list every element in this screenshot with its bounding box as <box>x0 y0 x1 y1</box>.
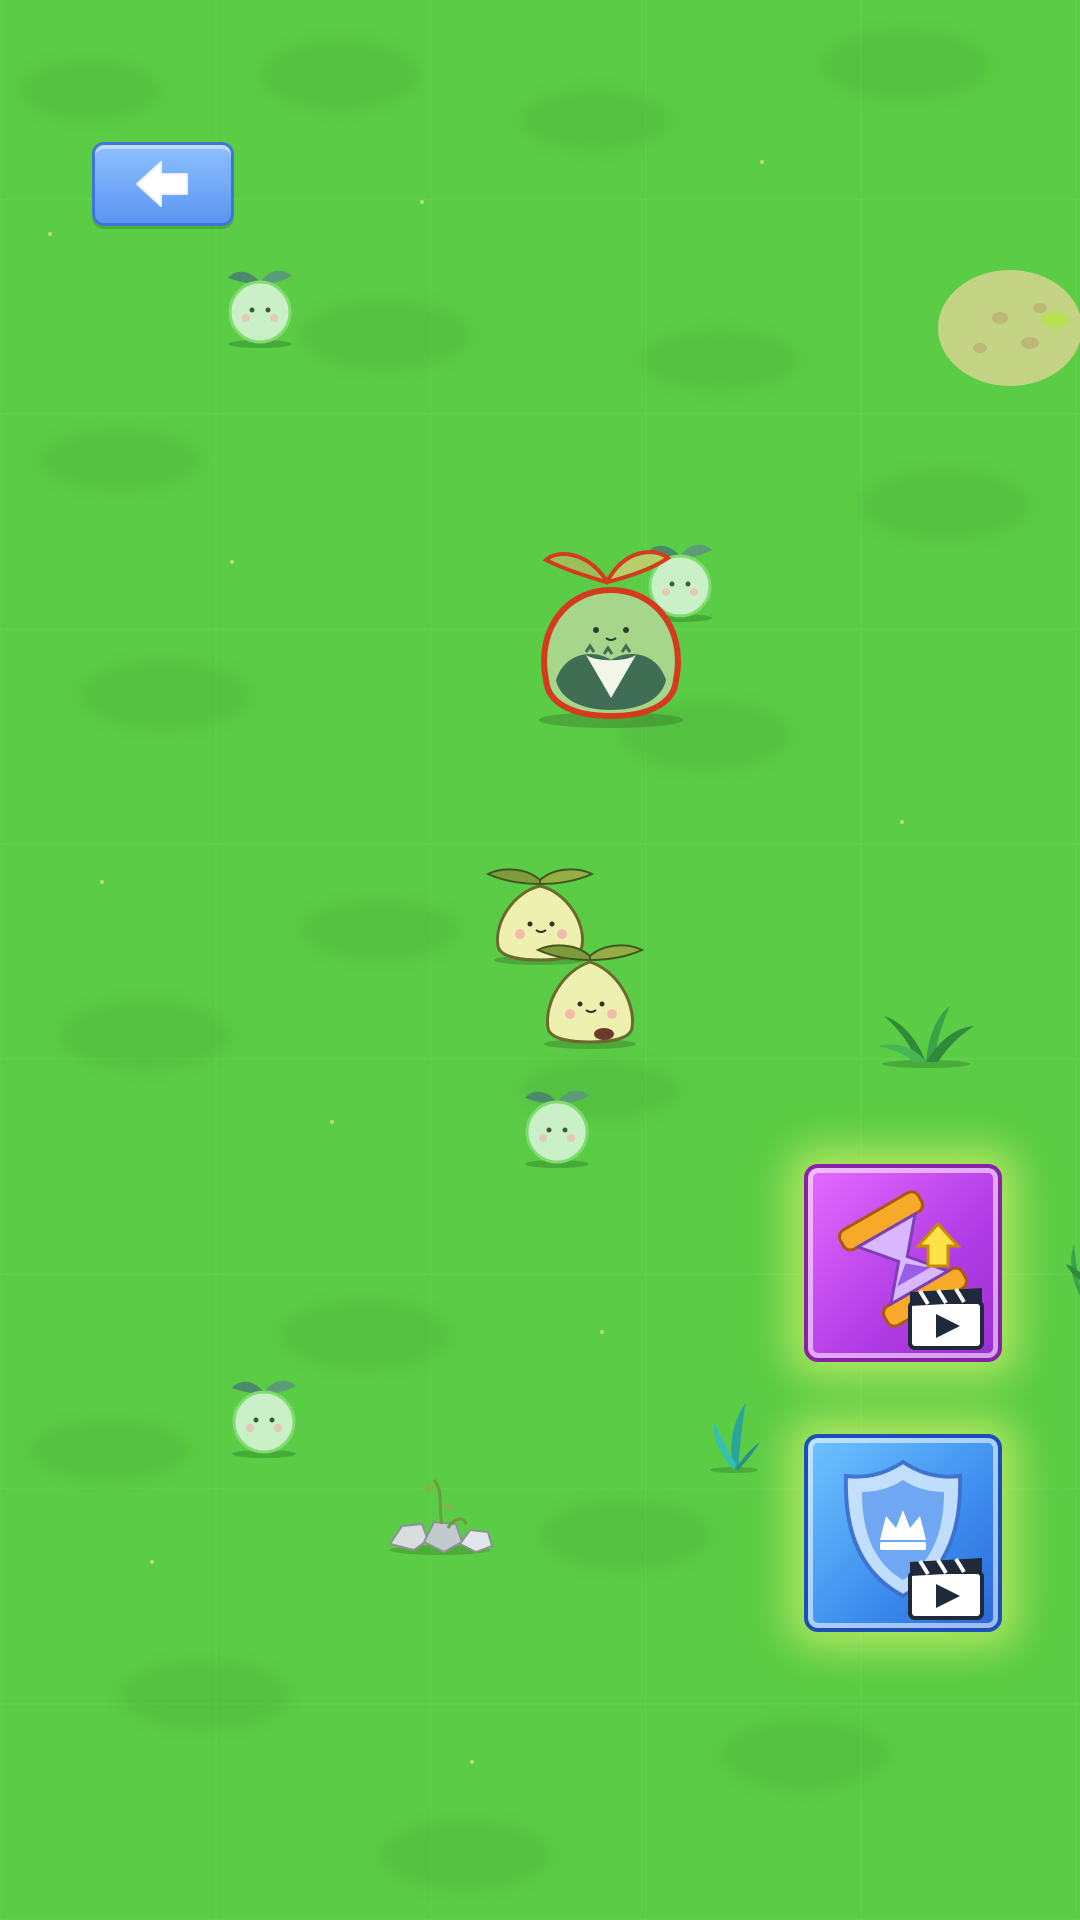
grass-patch <box>640 330 800 390</box>
shield-boost-ad-button[interactable] <box>804 1434 1002 1632</box>
flower-dot <box>470 1760 474 1764</box>
flower-dot <box>760 160 764 164</box>
grass-tuft <box>878 1006 974 1068</box>
grass-patch <box>520 90 670 150</box>
grass-patch <box>260 40 420 110</box>
grass-patch <box>860 470 1030 540</box>
back-button[interactable] <box>92 142 234 226</box>
grass-patch <box>30 1420 190 1480</box>
dirt-patch <box>938 270 1080 386</box>
teal-plant <box>710 1402 760 1473</box>
onion-bulb <box>535 944 645 1049</box>
bush-edge <box>1066 1244 1080 1296</box>
flower-dot <box>900 820 904 824</box>
grass-patch <box>80 660 250 730</box>
grass-patch <box>300 900 460 960</box>
video-play-icon <box>908 1287 984 1350</box>
flower-dot <box>230 560 234 564</box>
leafy-boss <box>539 550 683 728</box>
grass-patch <box>300 300 470 370</box>
grass-patch <box>820 30 990 100</box>
grass-patch <box>120 1660 290 1730</box>
grass-patch <box>280 1300 450 1370</box>
grass-patch <box>720 1720 890 1790</box>
flower-dot <box>100 880 104 884</box>
grass-patch <box>380 1820 550 1890</box>
grass-patch <box>40 430 200 490</box>
flower-dot <box>330 1120 334 1124</box>
sprout-seedling <box>232 1380 296 1458</box>
grass-patch <box>20 60 160 120</box>
sprout-seedling <box>228 270 292 348</box>
video-play-icon <box>908 1557 984 1620</box>
arrow-left-icon <box>136 161 188 207</box>
flower-dot <box>420 200 424 204</box>
grass-patch <box>60 1000 230 1070</box>
speed-boost-ad-button[interactable] <box>804 1164 1002 1362</box>
flower-dot <box>48 232 52 236</box>
grass-patch <box>540 1500 710 1570</box>
flower-dot <box>150 1560 154 1564</box>
rock-pile <box>388 1479 494 1555</box>
game-field <box>0 0 1080 1920</box>
flower-dot <box>600 1330 604 1334</box>
sprout-seedling <box>525 1090 589 1168</box>
